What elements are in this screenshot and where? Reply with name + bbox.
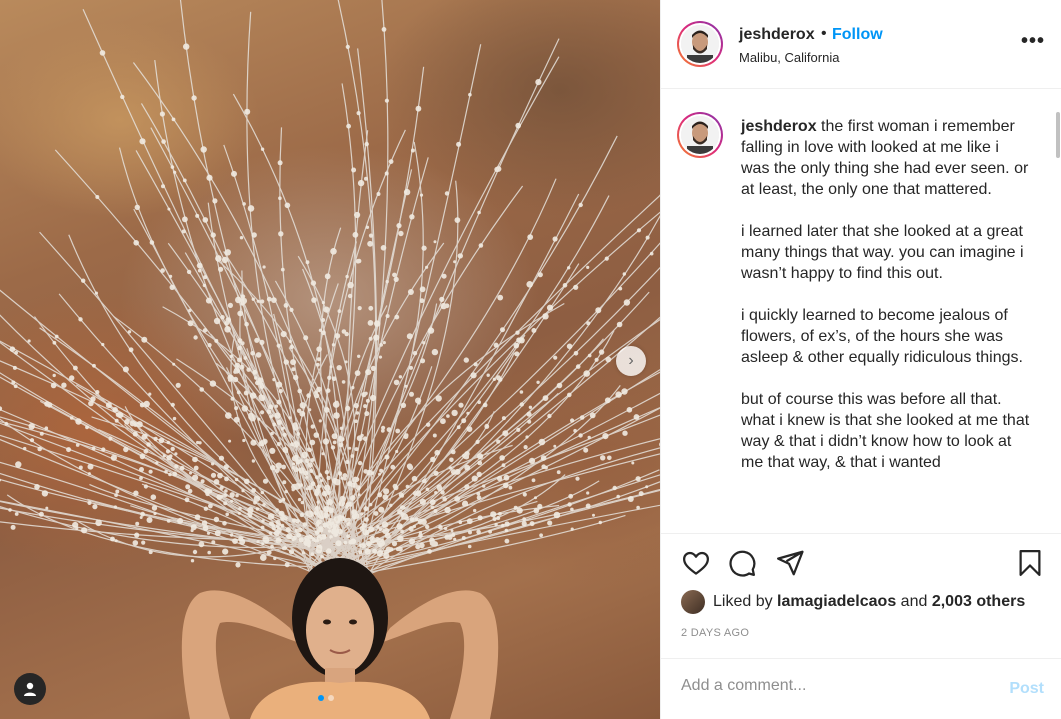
comment-bubble-icon[interactable] [727, 548, 757, 578]
likes-others-link[interactable]: 2,003 others [932, 593, 1025, 611]
location-link[interactable]: Malibu, California [739, 50, 839, 65]
avatar-face-icon [681, 116, 719, 154]
liker-avatar[interactable] [681, 590, 705, 614]
avatar-face-icon [681, 25, 719, 63]
user-tag-icon [24, 682, 36, 696]
post-timestamp[interactable]: 2 DAYS AGO [681, 627, 749, 639]
heart-icon[interactable] [681, 548, 711, 578]
carousel-indicator [318, 695, 334, 701]
post-details-panel: jeshderox • Follow Malibu, California ••… [660, 0, 1061, 719]
likes-conjunction: and [900, 593, 928, 610]
paper-plane-icon[interactable] [775, 548, 805, 578]
likes-prefix: Liked by [713, 593, 773, 610]
caption-section: jeshderox the first woman i remember fal… [661, 90, 1061, 532]
comment-input[interactable] [681, 677, 981, 695]
carousel-dot [328, 695, 334, 701]
bookmark-icon[interactable] [1016, 548, 1044, 578]
comment-composer: Post [661, 658, 1061, 719]
caption-username-link[interactable]: jeshderox [741, 118, 817, 135]
header-separator: • [821, 25, 827, 42]
likes-summary: Liked by lamagiadelcaos and 2,003 others [681, 590, 1025, 614]
author-avatar[interactable] [677, 21, 723, 67]
liker-username-link[interactable]: lamagiadelcaos [777, 593, 896, 611]
more-options-button[interactable]: ••• [1021, 30, 1045, 53]
tagged-users-button[interactable] [14, 673, 46, 705]
chevron-right-icon: › [628, 352, 634, 369]
author-username-link[interactable]: jeshderox [739, 26, 815, 44]
post-image[interactable]: › [0, 0, 660, 719]
caption-paragraph: but of course this was before all that. … [741, 391, 1030, 471]
carousel-next-button[interactable]: › [616, 346, 646, 376]
caption-paragraph: i quickly learned to become jealous of f… [741, 307, 1023, 366]
follow-button[interactable]: Follow [832, 26, 883, 44]
post-header: jeshderox • Follow Malibu, California ••… [661, 0, 1061, 89]
caption-paragraph: i learned later that she looked at a gre… [741, 223, 1024, 282]
action-bar [661, 533, 1061, 598]
caption-paragraph: jeshderox the first woman i remember fal… [741, 118, 1029, 198]
carousel-dot [318, 695, 324, 701]
woman-lying-illustration [181, 558, 499, 719]
caption-scrollbar[interactable] [1056, 112, 1060, 158]
post-comment-button[interactable]: Post [1009, 680, 1044, 698]
caption-text: jeshderox the first woman i remember fal… [741, 116, 1031, 494]
caption-author-avatar[interactable] [677, 112, 723, 158]
